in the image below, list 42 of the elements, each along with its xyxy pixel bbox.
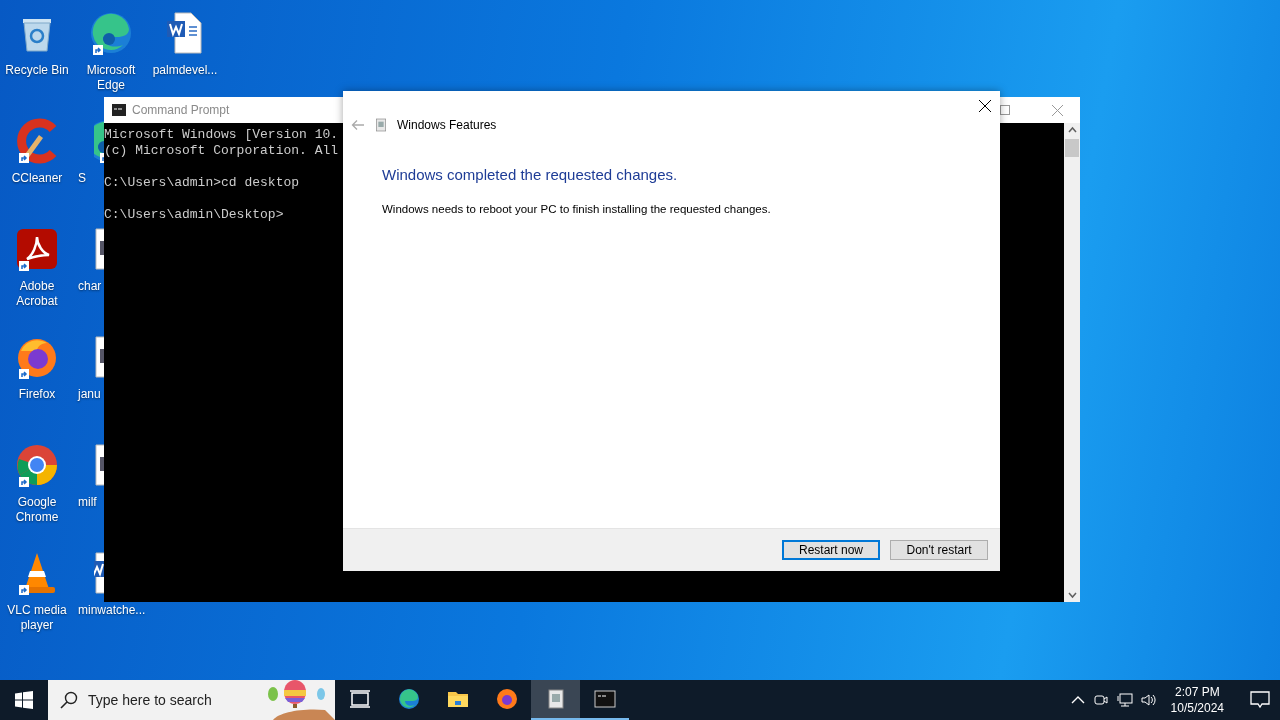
- doc-icon[interactable]: [94, 225, 104, 273]
- console-icon: [112, 104, 126, 116]
- icon-label: Microsoft Edge: [85, 63, 137, 93]
- scrollbar[interactable]: [1064, 123, 1080, 602]
- features-icon: [373, 117, 389, 133]
- network-icon[interactable]: [1116, 692, 1133, 708]
- close-icon: [979, 100, 991, 112]
- dialog-title: Windows Features: [397, 118, 497, 132]
- doc-icon[interactable]: [94, 441, 104, 489]
- cancel-button[interactable]: Don't restart: [890, 540, 988, 560]
- clock-time[interactable]: 2:07 PM: [1174, 684, 1220, 700]
- icon-label: Recycle Bin: [4, 63, 70, 78]
- chevron-up-icon[interactable]: [1070, 695, 1085, 705]
- icon-label: milf: [78, 495, 97, 510]
- volume-icon[interactable]: [1140, 692, 1157, 708]
- icon-label: VLC media player: [6, 603, 68, 633]
- icon-label: janu: [78, 387, 101, 402]
- search-bar[interactable]: Type here to search: [48, 680, 335, 720]
- console-line: C:\Users\admin>cd desktop: [104, 175, 300, 191]
- doc-icon[interactable]: [94, 333, 104, 381]
- dialog-message: Windows needs to reboot your PC to finish installing the requested changes.: [382, 203, 772, 215]
- console-line: (c) Microsoft Corporation. All: [104, 143, 339, 159]
- windows-logo-icon: [15, 691, 33, 709]
- icon-label: minwatche...: [78, 603, 146, 618]
- console-line: C:\Users\admin\Desktop>: [104, 207, 284, 223]
- icon-label: palmdevel...: [151, 63, 219, 78]
- icon-label: Adobe Acrobat: [15, 279, 59, 309]
- icon-label: Firefox: [17, 387, 57, 402]
- icon-label: char: [78, 279, 102, 294]
- scroll-thumb[interactable]: [1065, 139, 1079, 157]
- console-line: Microsoft Windows [Version 10.: [104, 127, 339, 143]
- camera-icon[interactable]: [1092, 692, 1109, 708]
- clock-date[interactable]: 10/5/2024: [1170, 700, 1224, 716]
- icon-label: Google Chrome: [14, 495, 60, 525]
- restart-button[interactable]: Restart now: [782, 540, 880, 560]
- search-icon: [60, 691, 78, 709]
- icon-label: CCleaner: [10, 171, 64, 186]
- search-field[interactable]: Type here to search: [88, 692, 258, 708]
- icon-label: S: [78, 171, 86, 186]
- taskbar-features-icon[interactable]: [531, 680, 580, 720]
- window-title: Command Prompt: [132, 103, 230, 117]
- dialog-heading: Windows completed the requested changes.: [382, 166, 679, 183]
